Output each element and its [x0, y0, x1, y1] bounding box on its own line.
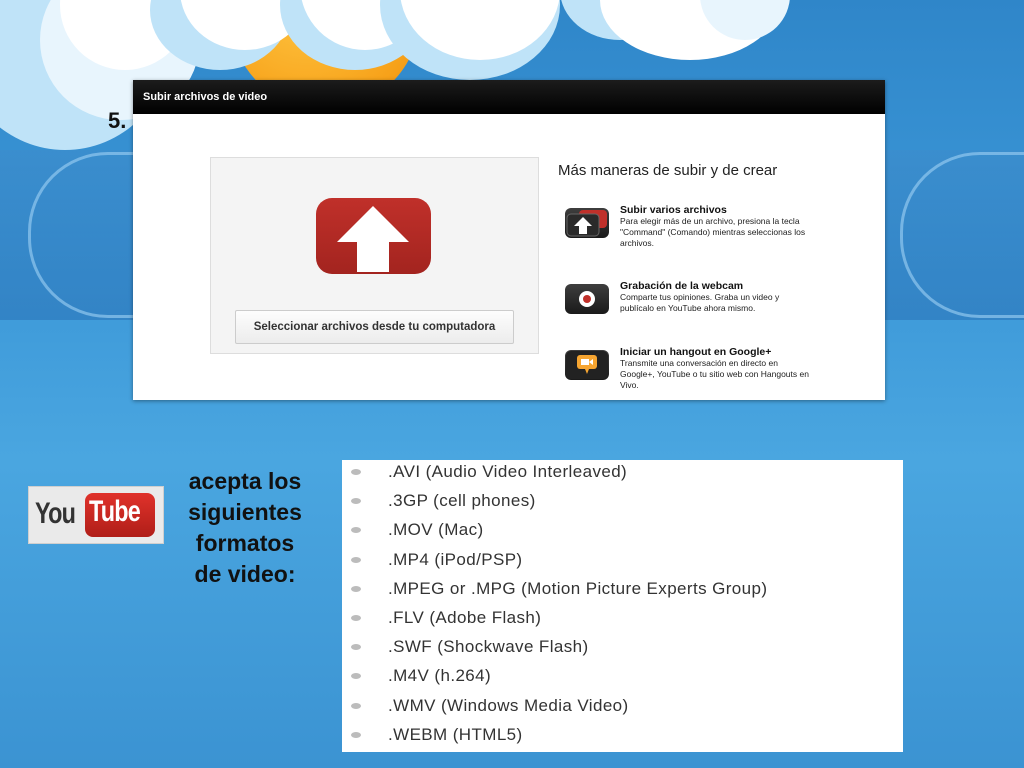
bullet-icon	[351, 731, 361, 738]
option-description: Comparte tus opiniones. Graba un video y…	[620, 292, 780, 313]
logo-tube-text: Tube	[89, 495, 141, 528]
caption-line: de video:	[194, 561, 296, 587]
list-item: .M4V (h.264)	[342, 664, 903, 693]
format-label: .AVI (Audio Video Interleaved)	[388, 462, 628, 481]
option-title: Grabación de la webcam	[620, 280, 744, 292]
bullet-icon	[351, 469, 361, 475]
format-label: .MOV (Mac)	[388, 520, 484, 540]
format-label: .SWF (Shockwave Flash)	[388, 637, 589, 657]
caption-line: siguientes	[188, 499, 302, 525]
format-label: .MP4 (iPod/PSP)	[388, 549, 523, 569]
option-title: Iniciar un hangout en Google+	[620, 346, 772, 358]
option-title: Subir varios archivos	[620, 204, 727, 216]
webcam-icon	[565, 284, 609, 314]
list-item: .WEBM (HTML5)	[342, 723, 903, 752]
bullet-icon	[351, 702, 361, 709]
logo-you-text: You	[35, 497, 76, 530]
format-label: .FLV (Adobe Flash)	[388, 607, 542, 627]
select-files-button[interactable]: Seleccionar archivos desde tu computador…	[235, 310, 514, 344]
bullet-icon	[351, 673, 361, 680]
upload-drop-zone[interactable]: Seleccionar archivos desde tu computador…	[210, 157, 539, 354]
formats-list: .AVI (Audio Video Interleaved) .3GP (cel…	[342, 460, 903, 752]
list-item: .SWF (Shockwave Flash)	[342, 635, 903, 664]
bullet-icon	[351, 527, 361, 534]
dialog-header: Subir archivos de video	[133, 80, 885, 114]
hangout-icon	[565, 350, 609, 380]
formats-list-box: .AVI (Audio Video Interleaved) .3GP (cel…	[342, 460, 903, 752]
caption-line: acepta los	[188, 468, 302, 494]
slide-number: 5.	[108, 108, 127, 133]
upload-dialog: Subir archivos de video Seleccionar arch…	[133, 80, 885, 400]
list-item: .MP4 (iPod/PSP)	[342, 548, 903, 577]
list-item: .MOV (Mac)	[342, 518, 903, 547]
format-label: .M4V (h.264)	[388, 666, 492, 686]
logo-tube-box: Tube	[85, 493, 155, 537]
list-item: .3GP (cell phones)	[342, 489, 903, 518]
bullet-icon	[351, 644, 361, 651]
bullet-icon	[351, 585, 361, 592]
format-label: .WEBM (HTML5)	[388, 724, 523, 744]
format-label: .MPEG or .MPG (Motion Picture Experts Gr…	[388, 578, 768, 598]
format-label: .3GP (cell phones)	[388, 491, 536, 511]
youtube-logo: You Tube	[28, 486, 164, 544]
option-description: Transmite una conversación en directo en…	[620, 358, 809, 390]
upload-arrow-icon[interactable]	[316, 198, 431, 274]
more-ways-title: Más maneras de subir y de crear	[558, 162, 778, 179]
list-item: .WMV (Windows Media Video)	[342, 694, 903, 723]
option-description: Para elegir más de un archivo, presiona …	[620, 216, 806, 248]
list-item: .FLV (Adobe Flash)	[342, 606, 903, 635]
format-label: .WMV (Windows Media Video)	[388, 695, 629, 715]
list-item: .AVI (Audio Video Interleaved)	[342, 460, 903, 489]
bullet-icon	[351, 614, 361, 621]
bullet-icon	[351, 556, 361, 563]
list-item: .MPEG or .MPG (Motion Picture Experts Gr…	[342, 577, 903, 606]
multi-upload-icon	[565, 208, 609, 238]
bullet-icon	[351, 498, 361, 505]
formats-caption: acepta los siguientes formatos de video:	[170, 466, 320, 590]
caption-line: formatos	[195, 530, 295, 556]
